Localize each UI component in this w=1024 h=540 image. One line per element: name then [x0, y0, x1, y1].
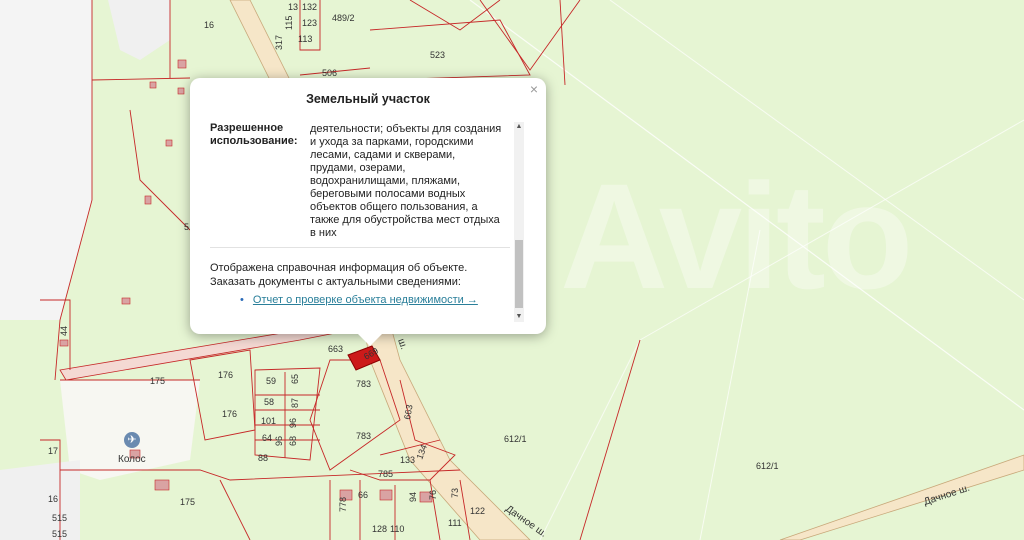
poi-label: Колос: [118, 454, 146, 465]
parcel-label: 783: [356, 431, 371, 441]
popup-title: Земельный участок: [306, 92, 430, 106]
scroll-down-icon[interactable]: ▼: [515, 313, 523, 321]
parcel-label: 87: [290, 398, 300, 408]
popup-scrollbar[interactable]: ▲ ▼: [514, 122, 524, 322]
parcel-label: 612/1: [756, 461, 779, 471]
parcel-label: 66: [358, 490, 368, 500]
parcel-label: 73: [450, 488, 460, 498]
parcel-label: 5: [184, 222, 189, 232]
sports-complex-icon: ✈: [124, 432, 140, 448]
divider: [210, 247, 510, 248]
parcel-label: 778: [338, 497, 348, 512]
field-label: Разрешенное использование:: [210, 122, 298, 147]
parcel-label: 94: [408, 492, 418, 502]
info-popup: × Земельный участок Разрешенное использо…: [190, 78, 546, 346]
parcel-label: 128: [372, 524, 387, 534]
parcel-label: 101: [261, 416, 276, 426]
parcel-label: 663: [328, 344, 343, 354]
parcel-label: 16: [48, 494, 58, 504]
parcel-label: 515: [52, 513, 67, 523]
parcel-label: 506: [322, 68, 337, 78]
parcel-label: 96: [288, 418, 298, 428]
parcel-label: 175: [150, 376, 165, 386]
parcel-label: 175: [180, 497, 195, 507]
parcel-label: 133: [400, 455, 415, 465]
parcel-label: 785: [378, 469, 393, 479]
report-link-row: • Отчет о проверке объекта недвижимости …: [240, 294, 478, 306]
popup-scroll-content[interactable]: Разрешенное использование: деятельности;…: [210, 122, 512, 322]
parcel-label: 515: [52, 529, 67, 539]
field-value: деятельности; объекты для создания и ухо…: [310, 123, 502, 239]
parcel-label: 13: [288, 2, 298, 12]
parcel-label: 64: [262, 433, 272, 443]
parcel-label: 113: [298, 34, 312, 44]
field-row: Разрешенное использование: деятельности;…: [210, 122, 512, 240]
parcel-label: 17: [48, 446, 58, 456]
parcel-label: 58: [264, 397, 274, 407]
parcel-label: 111: [448, 518, 462, 528]
info-text: Отображена справочная информация об объе…: [210, 262, 468, 288]
scroll-thumb[interactable]: [515, 240, 523, 308]
parcel-label: 176: [218, 370, 233, 380]
parcel-label: 489/2: [332, 13, 355, 23]
parcel-label: 122: [470, 506, 485, 516]
parcel-label: 88: [258, 453, 268, 463]
parcel-label: 44: [59, 326, 69, 336]
parcel-label: 96: [274, 436, 284, 446]
report-link[interactable]: Отчет о проверке объекта недвижимости →: [253, 294, 478, 306]
parcel-label: 132: [302, 2, 317, 12]
parcel-label: 317: [274, 35, 284, 50]
parcel-label: 123: [302, 18, 317, 28]
parcel-label: 16: [204, 20, 214, 30]
bullet-icon: •: [240, 294, 244, 306]
parcel-label: 523: [430, 50, 445, 60]
parcel-label: 68: [288, 436, 298, 446]
parcel-label: 115: [284, 16, 294, 30]
parcel-label: 176: [222, 409, 237, 419]
parcel-label: 612/1: [504, 434, 527, 444]
parcel-label: 65: [290, 374, 300, 384]
parcel-label: 110: [390, 524, 404, 534]
scroll-up-icon[interactable]: ▲: [515, 123, 523, 131]
parcel-label: 59: [266, 376, 276, 386]
parcel-label: 76: [428, 490, 438, 500]
parcel-label: 783: [356, 379, 371, 389]
